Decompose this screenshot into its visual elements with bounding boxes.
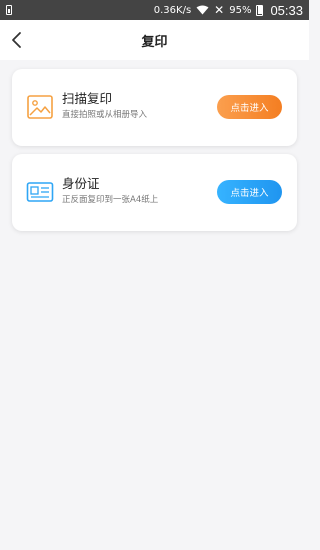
scan-copy-enter-button[interactable]: 点击进入	[217, 95, 282, 119]
clock: 05:33	[270, 2, 303, 18]
back-arrow-icon[interactable]	[8, 30, 26, 50]
network-speed: 0.36K/s	[153, 4, 192, 16]
wifi-icon	[196, 5, 209, 15]
main-content: 扫描复印 直接拍照或从相册导入 点击进入 身份证 正反面复印到一张A4纸上 点击…	[0, 60, 309, 550]
card-subtitle: 直接拍照或从相册导入	[62, 110, 148, 120]
image-icon	[27, 95, 53, 119]
id-card-copy-text: 身份证 正反面复印到一张A4纸上	[62, 176, 158, 206]
card-title: 扫描复印	[62, 91, 113, 106]
card-subtitle: 正反面复印到一张A4纸上	[62, 195, 159, 205]
page-title: 复印	[141, 34, 168, 50]
card-title: 身份证	[62, 176, 100, 191]
no-signal-icon: ✕	[214, 3, 225, 17]
id-card-enter-button[interactable]: 点击进入	[217, 180, 282, 204]
id-card-copy-card[interactable]: 身份证 正反面复印到一张A4纸上 点击进入	[12, 154, 297, 231]
id-card-icon	[26, 182, 54, 202]
battery-percent: 95%	[229, 4, 252, 16]
scan-copy-card[interactable]: 扫描复印 直接拍照或从相册导入 点击进入	[12, 69, 297, 146]
status-bar: 0.36K/s ✕ 95% 05:33	[0, 0, 309, 20]
header: 复印	[0, 20, 309, 60]
battery-icon	[256, 4, 264, 16]
scan-copy-text: 扫描复印 直接拍照或从相册导入	[62, 91, 147, 121]
battery-notification-icon	[6, 5, 12, 15]
